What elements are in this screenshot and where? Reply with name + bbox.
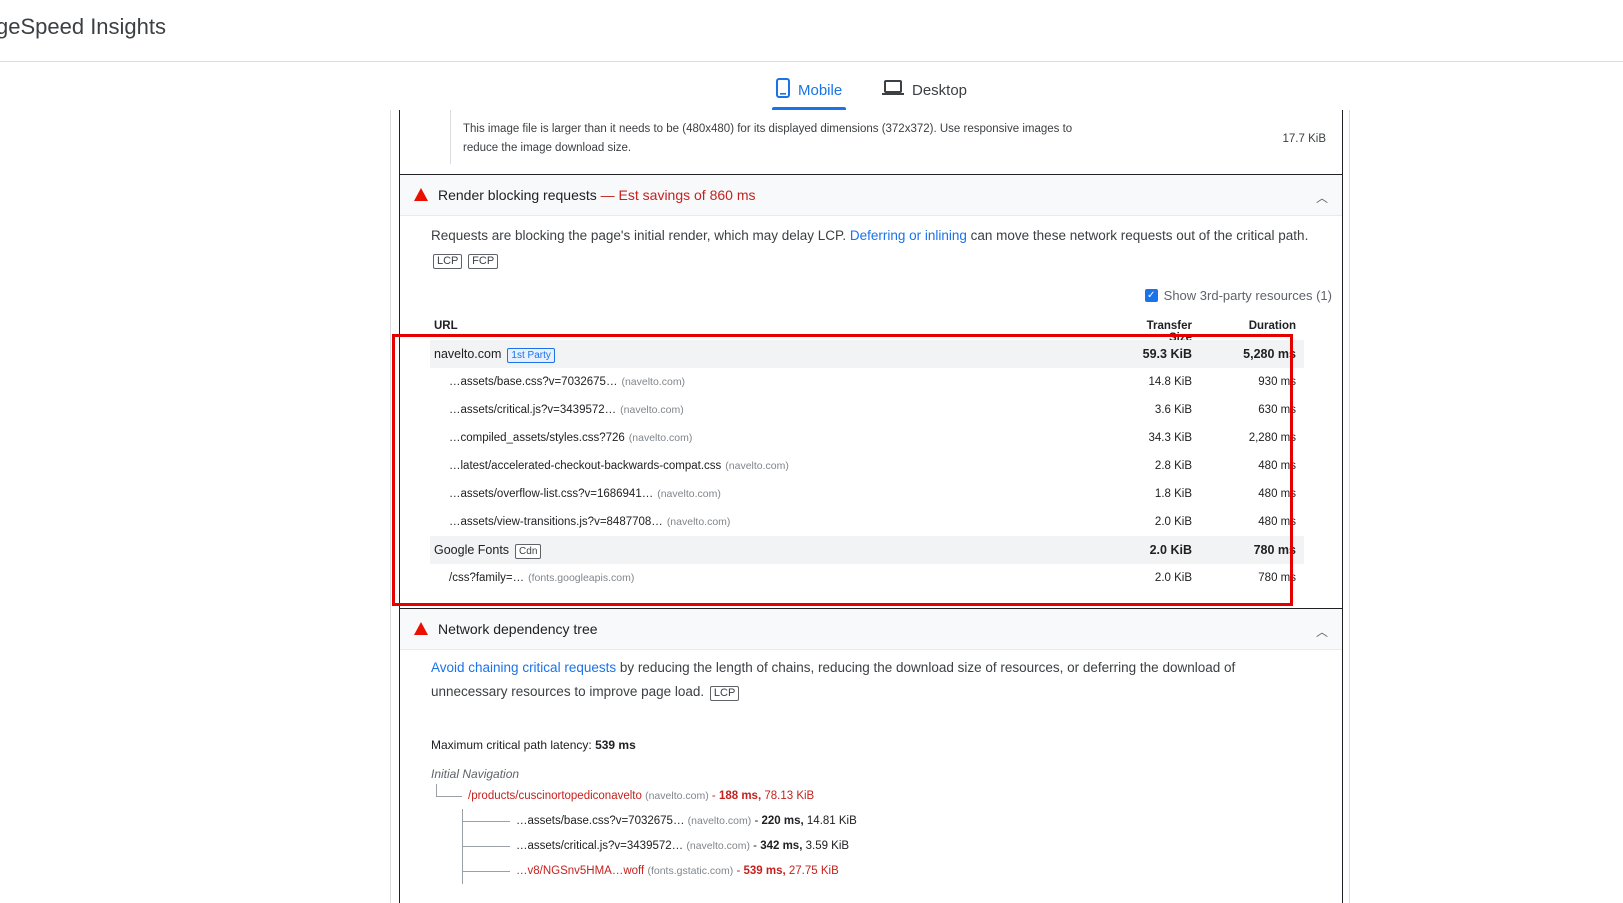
first-party-badge: 1st Party xyxy=(507,348,555,363)
image-note: This image file is larger than it needs … xyxy=(450,110,1090,164)
table-row[interactable]: /css?family=… (fonts.googleapis.com) 2.0 … xyxy=(430,564,1304,592)
report-container: This image file is larger than it needs … xyxy=(390,110,1350,903)
fcp-chip: FCP xyxy=(468,254,499,269)
tab-desktop-label: Desktop xyxy=(912,81,968,99)
max-latency: Maximum critical path latency: 539 ms xyxy=(431,738,636,752)
table-row[interactable]: …latest/accelerated-checkout-backwards-c… xyxy=(430,452,1304,480)
table-row: Google Fonts Cdn 2.0 KiB 780 ms xyxy=(430,536,1304,564)
initial-navigation-label: Initial Navigation xyxy=(431,767,520,781)
table-row[interactable]: …assets/critical.js?v=3439572… (navelto.c… xyxy=(430,396,1304,424)
deferring-link[interactable]: Deferring or inlining xyxy=(850,228,967,243)
tab-mobile-label: Mobile xyxy=(798,81,843,99)
phone-icon xyxy=(776,78,790,102)
device-tabs: Mobile Desktop xyxy=(0,70,1623,110)
chevron-up-icon[interactable]: ︿ xyxy=(1316,623,1328,640)
tree-item[interactable]: …assets/base.css?v=7032675… (navelto.com… xyxy=(436,809,1236,834)
audit-list: This image file is larger than it needs … xyxy=(399,110,1343,903)
render-blocking-savings: — Est savings of 860 ms xyxy=(600,187,756,203)
cdn-badge: Cdn xyxy=(515,544,542,559)
tab-desktop[interactable]: Desktop xyxy=(882,70,967,110)
table-header: URL Transfer Size Duration xyxy=(430,320,1300,344)
render-blocking-header[interactable]: Render blocking requests — Est savings o… xyxy=(400,174,1342,216)
laptop-icon xyxy=(882,80,904,100)
avoid-chaining-link[interactable]: Avoid chaining critical requests xyxy=(431,660,616,675)
tab-mobile[interactable]: Mobile xyxy=(776,70,842,110)
table-row: navelto.com 1st Party 59.3 KiB 5,280 ms xyxy=(430,340,1304,368)
tree-item[interactable]: …v8/NGSnv5HMA…woff (fonts.gstatic.com) -… xyxy=(436,859,1236,884)
tree-item[interactable]: /products/cuscinortopediconavelto (navel… xyxy=(436,784,1236,809)
render-blocking-table: navelto.com 1st Party 59.3 KiB 5,280 ms …… xyxy=(430,340,1304,592)
tree-item[interactable]: …assets/critical.js?v=3439572… (navelto.… xyxy=(436,834,1236,859)
network-tree-header[interactable]: Network dependency tree ︿ xyxy=(400,608,1342,650)
render-blocking-description: Requests are blocking the page's initial… xyxy=(431,228,1309,269)
column-duration: Duration xyxy=(1248,320,1296,332)
table-row[interactable]: …assets/overflow-list.css?v=1686941… (nav… xyxy=(430,480,1304,508)
show-third-party-toggle[interactable]: ✓ Show 3rd-party resources (1) xyxy=(1144,288,1332,303)
show-third-party-label: Show 3rd-party resources (1) xyxy=(1163,288,1332,303)
network-tree-title: Network dependency tree xyxy=(438,621,598,637)
column-url: URL xyxy=(434,320,458,332)
table-row[interactable]: …compiled_assets/styles.css?726 (navelto.… xyxy=(430,424,1304,452)
warning-triangle-icon xyxy=(414,622,428,635)
network-tree-description: Avoid chaining critical requests by redu… xyxy=(431,660,1236,701)
top-bar: geSpeed Insights xyxy=(0,0,1623,62)
table-row[interactable]: …assets/base.css?v=7032675… (navelto.com)… xyxy=(430,368,1304,396)
image-note-size: 17.7 KiB xyxy=(1282,133,1326,145)
lcp-chip: LCP xyxy=(433,254,463,269)
render-blocking-title: Render blocking requests — Est savings o… xyxy=(438,187,756,203)
warning-triangle-icon xyxy=(414,188,428,201)
app-title: geSpeed Insights xyxy=(0,14,167,39)
dependency-tree: /products/cuscinortopediconavelto (navel… xyxy=(436,784,1236,884)
checkbox-checked-icon[interactable]: ✓ xyxy=(1144,289,1158,302)
chevron-up-icon[interactable]: ︿ xyxy=(1316,189,1328,206)
table-row[interactable]: …assets/view-transitions.js?v=8487708… (n… xyxy=(430,508,1304,536)
lcp-chip: LCP xyxy=(709,686,740,701)
